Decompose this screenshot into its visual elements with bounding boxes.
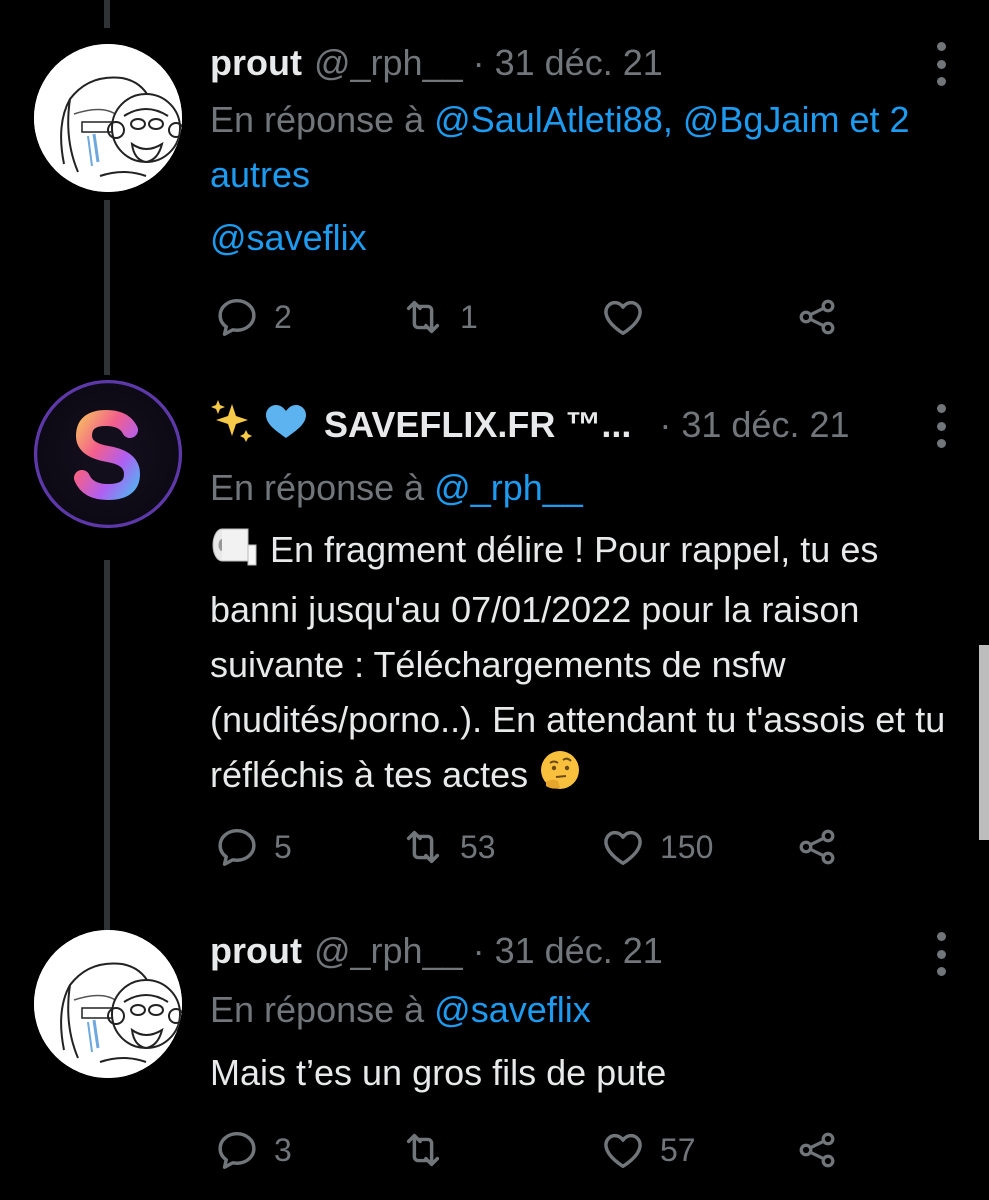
- tweet-date[interactable]: 31 déc. 21: [495, 930, 663, 972]
- thinking-face-emoji: [538, 748, 582, 807]
- tweet-thread: prout @_rph__ · 31 déc. 21 En réponse à …: [0, 0, 989, 1200]
- tweet-text[interactable]: @saveflix: [210, 210, 950, 265]
- share-icon: [799, 829, 835, 865]
- username[interactable]: @_rph__: [314, 930, 463, 972]
- more-options-icon[interactable]: [935, 404, 947, 448]
- retweet-icon: [406, 830, 440, 864]
- reply-count: 2: [274, 298, 292, 335]
- tweet-header: SAVEFLIX.FR ™... · 31 déc. 21: [210, 398, 850, 453]
- like-button[interactable]: 57: [600, 1120, 696, 1180]
- heart-icon: [604, 1133, 642, 1169]
- tweet-header: prout @_rph__ · 31 déc. 21: [210, 926, 663, 976]
- retweet-button[interactable]: 53: [400, 817, 496, 877]
- wojak-ape-avatar-icon: [34, 930, 182, 1078]
- toilet-paper-icon: [212, 528, 257, 566]
- reply-count: 5: [274, 828, 292, 865]
- retweet-icon: [406, 1133, 440, 1167]
- share-icon: [799, 299, 835, 335]
- display-name[interactable]: prout: [210, 930, 302, 972]
- tweet-actions: 5 53 150: [210, 817, 850, 877]
- tweet[interactable]: prout @_rph__ · 31 déc. 21 En réponse à …: [0, 910, 989, 1200]
- wojak-ape-avatar-icon: [34, 44, 182, 192]
- reply-button[interactable]: 5: [214, 817, 292, 877]
- avatar[interactable]: [34, 44, 182, 192]
- reply-icon: [218, 1131, 256, 1169]
- like-count: 57: [660, 1131, 696, 1168]
- reply-context: En réponse à @saveflix: [210, 982, 970, 1037]
- share-button[interactable]: [795, 817, 839, 877]
- tweet[interactable]: prout @_rph__ · 31 déc. 21 En réponse à …: [0, 0, 989, 370]
- display-name[interactable]: prout: [210, 42, 302, 84]
- reply-context: En réponse à @SaulAtleti88, @BgJaim et 2…: [210, 92, 970, 202]
- sparkles-heart-icon: [211, 399, 306, 442]
- more-options-icon[interactable]: [935, 42, 947, 86]
- sparkles-heart-emoji: [210, 398, 316, 453]
- reply-icon: [218, 828, 256, 866]
- heart-icon: [604, 300, 642, 336]
- retweet-count: 53: [460, 828, 496, 865]
- thinking-face-icon: [541, 750, 580, 789]
- avatar[interactable]: [34, 930, 182, 1078]
- scrollbar[interactable]: [979, 645, 989, 840]
- heart-icon: [604, 830, 642, 866]
- toilet-paper-emoji: [210, 523, 260, 582]
- reply-button[interactable]: 3: [214, 1120, 292, 1180]
- share-button[interactable]: [795, 1120, 839, 1180]
- display-name[interactable]: SAVEFLIX.FR ™...: [324, 404, 631, 446]
- separator-dot: ·: [472, 42, 485, 83]
- reply-prefix: En réponse à: [210, 99, 425, 140]
- username[interactable]: @_rph__: [314, 42, 463, 84]
- reply-mentions[interactable]: @_rph__: [434, 467, 583, 508]
- reply-icon: [218, 298, 256, 336]
- separator-dot: ·: [659, 404, 672, 445]
- avatar[interactable]: [34, 380, 182, 528]
- retweet-button[interactable]: 1: [400, 287, 478, 347]
- share-icon: [799, 1132, 835, 1168]
- separator-dot: ·: [472, 930, 485, 971]
- more-options-icon[interactable]: [935, 932, 947, 976]
- reply-prefix: En réponse à: [210, 467, 425, 508]
- reply-button[interactable]: 2: [214, 287, 292, 347]
- like-count: 150: [660, 828, 714, 865]
- share-button[interactable]: [795, 287, 839, 347]
- tweet-actions: 3 57: [210, 1120, 850, 1180]
- like-button[interactable]: [600, 287, 660, 347]
- retweet-button[interactable]: [400, 1120, 460, 1180]
- reply-context: En réponse à @_rph__: [210, 460, 970, 515]
- retweet-icon: [406, 300, 440, 334]
- tweet-date[interactable]: 31 déc. 21: [495, 42, 663, 84]
- reply-mentions[interactable]: @saveflix: [434, 989, 591, 1030]
- saveflix-logo-icon: [34, 380, 182, 528]
- tweet-text[interactable]: Mais t’es un gros fils de pute: [210, 1045, 950, 1100]
- tweet-header: prout @_rph__ · 31 déc. 21: [210, 38, 663, 88]
- retweet-count: 1: [460, 298, 478, 335]
- tweet-actions: 2 1: [210, 287, 850, 347]
- like-button[interactable]: 150: [600, 817, 713, 877]
- tweet[interactable]: SAVEFLIX.FR ™... · 31 déc. 21 En réponse…: [0, 380, 989, 910]
- reply-count: 3: [274, 1131, 292, 1168]
- reply-prefix: En réponse à: [210, 989, 425, 1030]
- tweet-body[interactable]: En fragment délire ! Pour rappel, tu es …: [210, 522, 950, 807]
- tweet-date[interactable]: 31 déc. 21: [681, 404, 849, 446]
